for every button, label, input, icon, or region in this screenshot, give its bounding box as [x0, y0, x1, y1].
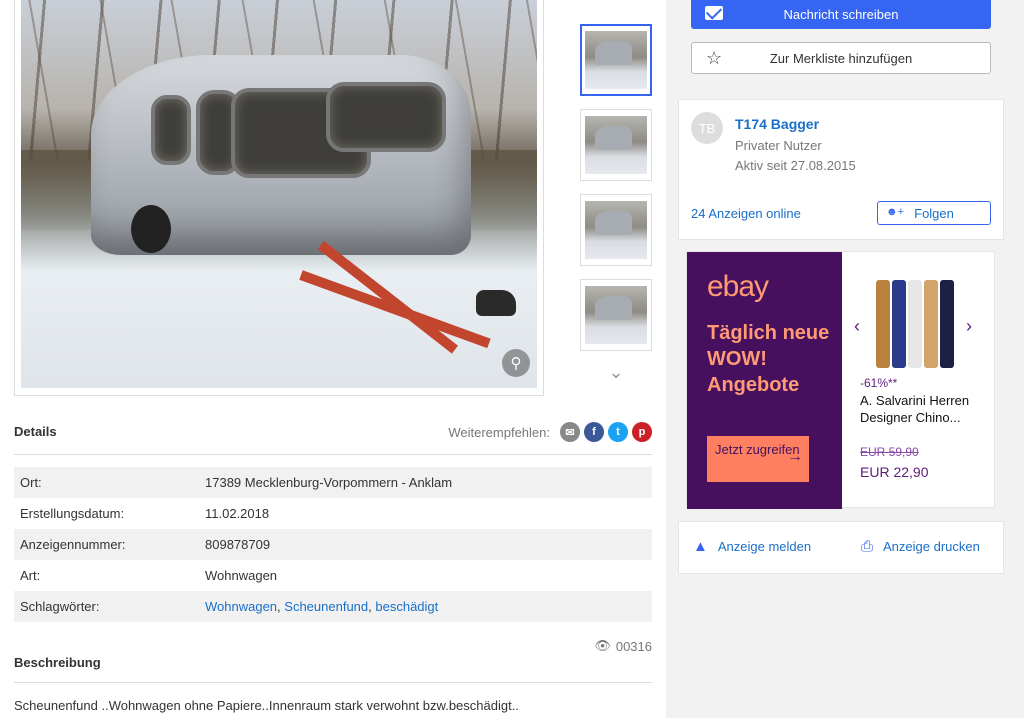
photo-window	[151, 95, 191, 165]
facebook-icon[interactable]: f	[584, 422, 604, 442]
tag-link[interactable]: Wohnwagen	[205, 599, 277, 614]
pinterest-icon[interactable]: p	[632, 422, 652, 442]
magnifier-icon[interactable]: ⚲	[502, 349, 530, 377]
attributes-table: Ort: 17389 Mecklenburg-Vorpommern - Ankl…	[14, 467, 652, 622]
chevron-left-icon[interactable]: ‹	[854, 316, 860, 337]
email-icon[interactable]: ✉	[560, 422, 580, 442]
table-row: Ort: 17389 Mecklenburg-Vorpommern - Ankl…	[14, 467, 652, 498]
thumbnail-strip	[580, 24, 652, 364]
tag-link[interactable]: beschädigt	[375, 599, 438, 614]
twitter-icon[interactable]: t	[608, 422, 628, 442]
send-message-label: Nachricht schreiben	[783, 7, 899, 22]
add-to-watchlist-button[interactable]: ☆ Zur Merkliste hinzufügen	[691, 42, 991, 74]
seller-card: TB T174 Bagger Privater Nutzer Aktiv sei…	[678, 99, 1004, 240]
print-label: Anzeige drucken	[883, 539, 980, 554]
chevron-up-icon[interactable]: ⌃	[580, 0, 652, 11]
thumbnail[interactable]	[580, 109, 652, 181]
chevron-down-icon[interactable]: ⌄	[580, 362, 652, 383]
report-label: Anzeige melden	[717, 539, 812, 554]
avatar: TB	[691, 112, 723, 144]
thumbnail[interactable]	[580, 279, 652, 351]
attribute-value: 17389 Mecklenburg-Vorpommern - Anklam	[205, 475, 453, 490]
product-pant	[924, 280, 938, 368]
seller-name[interactable]: T174 Bagger	[735, 116, 819, 132]
ad-banner[interactable]: ebay Täglich neue WOW! Angebote Jetzt zu…	[686, 251, 995, 509]
ad-cta-button[interactable]: Jetzt zugreifen →	[707, 436, 809, 482]
divider	[14, 682, 652, 683]
divider	[14, 454, 652, 455]
product-pant	[940, 280, 954, 368]
warning-icon: ▲	[693, 538, 708, 555]
attribute-key: Ort:	[20, 475, 42, 490]
eye-icon: 👁	[594, 638, 611, 653]
details-heading: Details	[14, 424, 57, 439]
ad-new-price: EUR 22,90	[860, 464, 929, 480]
attribute-key: Erstellungsdatum:	[20, 506, 125, 521]
table-row: Schlagwörter: Wohnwagen, Scheunenfund, b…	[14, 591, 652, 622]
tag-link[interactable]: Scheunenfund	[284, 599, 368, 614]
ad-discount: -61%**	[860, 376, 898, 390]
printer-icon: ⎙	[861, 538, 874, 555]
attribute-key: Schlagwörter:	[20, 599, 100, 614]
ad-old-price: EUR 59,90	[860, 445, 919, 459]
follow-button[interactable]: ☻+ Folgen	[877, 201, 991, 225]
product-pant	[908, 280, 922, 368]
thumbnail[interactable]	[580, 194, 652, 266]
product-image[interactable]	[874, 280, 958, 370]
photo-hitch	[476, 290, 516, 316]
listing-main: ⚲ ⌃ ⌄ Details Weiterempfehlen: ✉ f t p O…	[0, 0, 666, 718]
share-bar: Weiterempfehlen: ✉ f t p	[448, 422, 652, 442]
print-listing-link[interactable]: ⎙ Anzeige drucken	[861, 538, 980, 555]
main-image-frame: ⚲	[14, 0, 544, 396]
attribute-key: Art:	[20, 568, 41, 583]
arrow-right-icon: →	[787, 448, 803, 465]
seller-ads-link[interactable]: 24 Anzeigen online	[691, 206, 801, 221]
table-row: Art: Wohnwagen	[14, 560, 652, 591]
view-count: 00316	[615, 638, 652, 654]
attribute-value: 809878709	[205, 537, 271, 552]
view-counter: 👁 00316	[594, 638, 652, 654]
ad-headline: Täglich neue WOW! Angebote	[707, 322, 830, 396]
ad-promo-panel: ebay Täglich neue WOW! Angebote Jetzt zu…	[687, 252, 842, 509]
attribute-key: Anzeigennummer:	[20, 537, 126, 552]
attribute-value: Wohnwagen	[205, 568, 278, 583]
envelope-icon	[705, 6, 723, 20]
main-photo[interactable]: ⚲	[21, 0, 537, 388]
table-row: Anzeigennummer: 809878709	[14, 529, 652, 560]
send-message-button[interactable]: Nachricht schreiben	[691, 0, 991, 29]
ad-product-panel: ‹ › -61%** A. Salvarini Herren Designer …	[842, 252, 994, 509]
photo-wheel	[131, 205, 171, 253]
chevron-right-icon[interactable]: ›	[966, 316, 972, 337]
table-row: Erstellungsdatum: 11.02.2018	[14, 498, 652, 529]
person-add-icon: ☻+	[886, 206, 904, 218]
photo-window	[326, 82, 446, 152]
attribute-tags: Wohnwagen, Scheunenfund, beschädigt	[205, 599, 439, 614]
thumbnail[interactable]	[580, 24, 652, 96]
share-label: Weiterempfehlen:	[448, 424, 550, 440]
seller-active-since: Aktiv seit 27.08.2015	[735, 158, 856, 173]
ebay-logo: ebay	[707, 270, 769, 303]
seller-type: Privater Nutzer	[735, 138, 822, 153]
description-heading: Beschreibung	[14, 655, 101, 670]
listing-actions-card: ▲ Anzeige melden ⎙ Anzeige drucken	[678, 521, 1004, 574]
watchlist-label: Zur Merkliste hinzufügen	[769, 50, 913, 66]
product-pant	[876, 280, 890, 368]
report-listing-link[interactable]: ▲ Anzeige melden	[693, 538, 811, 555]
star-icon: ☆	[706, 48, 723, 68]
ad-product-title[interactable]: A. Salvarini Herren Designer Chino...	[860, 392, 985, 426]
description-text: Scheunenfund ..Wohnwagen ohne Papiere..I…	[14, 698, 519, 713]
attribute-value: 11.02.2018	[205, 506, 270, 521]
photo-drawbar	[317, 241, 459, 354]
product-pant	[892, 280, 906, 368]
follow-label: Folgen	[914, 205, 954, 221]
